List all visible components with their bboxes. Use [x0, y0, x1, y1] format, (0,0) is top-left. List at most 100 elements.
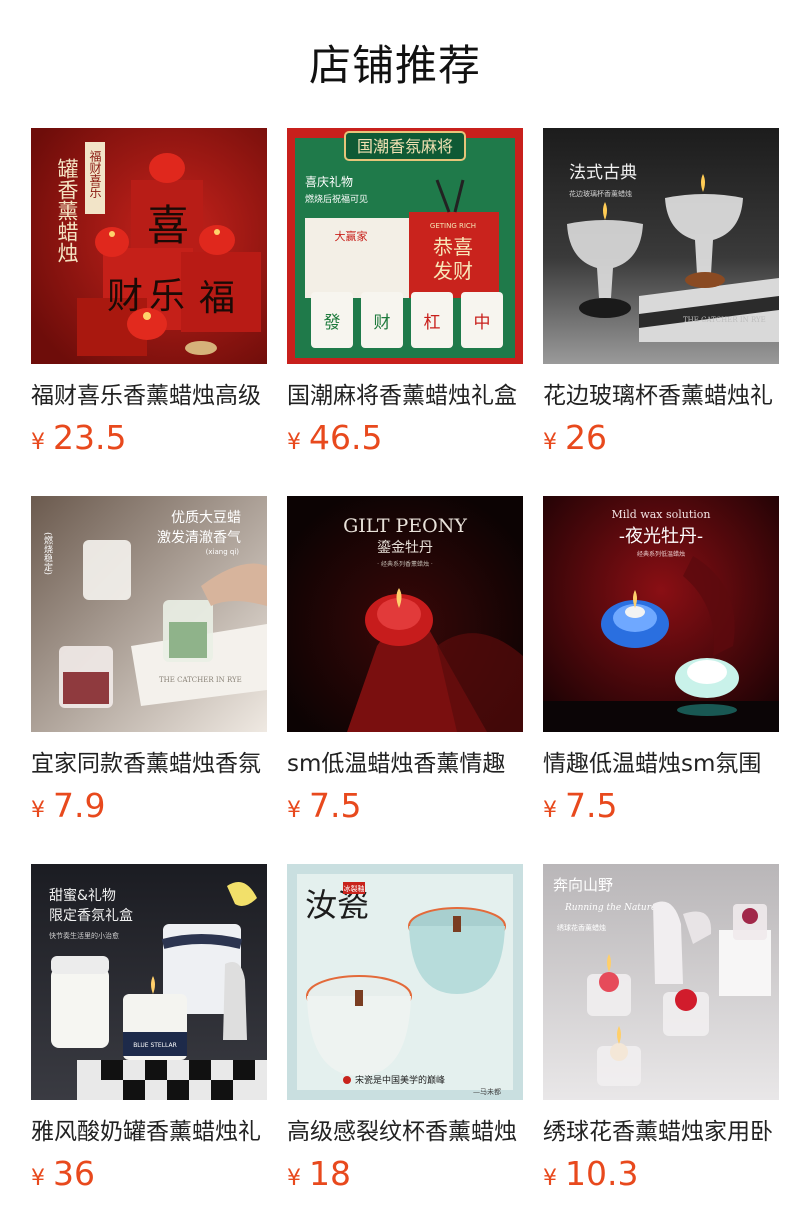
product-card[interactable]: Mild wax solution -夜光牡丹- 经典系列低温蜡烛 情趣低温蜡烛…: [543, 496, 779, 836]
product-image[interactable]: 奔向山野 Running the Nature 绣球花香薰蜡烛: [543, 864, 779, 1100]
image-book: THE CATCHER IN RYE: [683, 316, 766, 324]
product-image-graphic: 甜蜜&礼物 限定香氛礼盒 快节奏生活里的小治愈 BLUE STELLAR: [31, 864, 267, 1100]
image-sub: · 经典系列香薰蜡烛 ·: [377, 560, 433, 568]
product-image[interactable]: 罐香薰蜡烛 福财喜乐 喜 财 乐 福: [31, 128, 267, 364]
image-char-4: 福: [199, 278, 235, 319]
image-line-2: 燃烧后祝福可见: [305, 193, 368, 205]
product-price: ¥7.5: [287, 784, 523, 828]
product-name[interactable]: 绣球花香薰蜡烛家用卧: [543, 1114, 779, 1150]
currency-symbol: ¥: [31, 1166, 45, 1191]
image-sub: 花边玻璃杯香薰蜡烛: [569, 189, 632, 198]
image-sub: 经典系列低温蜡烛: [637, 550, 685, 558]
product-price: ¥26: [543, 416, 779, 460]
price-value: 18: [309, 1154, 351, 1193]
product-price: ¥23.5: [31, 416, 267, 460]
image-line-1: 喜庆礼物: [305, 174, 353, 189]
product-price: ¥10.3: [543, 1152, 779, 1196]
currency-symbol: ¥: [287, 798, 301, 823]
product-name[interactable]: 高级感裂纹杯香薰蜡烛: [287, 1114, 523, 1150]
image-box-1: 大赢家: [335, 229, 368, 243]
price-value: 7.5: [309, 786, 362, 825]
image-quote: 宋瓷是中国美学的巅峰: [355, 1074, 445, 1086]
currency-symbol: ¥: [31, 798, 45, 823]
product-image[interactable]: 甜蜜&礼物 限定香氛礼盒 快节奏生活里的小治愈 BLUE STELLAR: [31, 864, 267, 1100]
image-char-1: 喜: [147, 201, 189, 250]
product-image-graphic: 法式古典 花边玻璃杯香薰蜡烛 THE CATCHER IN RYE: [543, 128, 779, 364]
product-image-graphic: 国潮香氛麻将 喜庆礼物 燃烧后祝福可见 大赢家 GETING RICH 恭喜 发…: [287, 128, 523, 364]
currency-symbol: ¥: [543, 1166, 557, 1191]
product-price: ¥46.5: [287, 416, 523, 460]
image-en: GILT PEONY: [343, 515, 467, 537]
image-author: —马未都: [473, 1087, 501, 1096]
product-image-graphic: 罐香薰蜡烛 福财喜乐 喜 财 乐 福: [31, 128, 267, 364]
product-name[interactable]: sm低温蜡烛香薰情趣: [287, 746, 523, 782]
product-card[interactable]: 甜蜜&礼物 限定香氛礼盒 快节奏生活里的小治愈 BLUE STELLAR 雅风酸…: [31, 864, 267, 1204]
currency-symbol: ¥: [543, 430, 557, 455]
product-image-graphic: 优质大豆蜡 激发清澈香气 (xiang qi) (燃烧稳定) THE CATCH…: [31, 496, 267, 732]
image-line-1: 甜蜜&礼物: [49, 888, 116, 904]
product-image[interactable]: 汝瓷 冰裂釉 宋瓷是中国美学的巅峰 —马未都: [287, 864, 523, 1100]
product-image[interactable]: 国潮香氛麻将 喜庆礼物 燃烧后祝福可见 大赢家 GETING RICH 恭喜 发…: [287, 128, 523, 364]
store-recommendations-page: 店铺推荐 罐香薰蜡烛 福财喜乐 喜 财 乐 福 福财喜乐香薰蜡烛高级 ¥ 23.…: [0, 0, 790, 1232]
tile-3: 杠: [424, 313, 441, 333]
tile-1: 發: [324, 313, 341, 333]
product-price: ¥7.9: [31, 784, 267, 828]
image-en: Mild wax solution: [611, 508, 710, 521]
image-line-3: 快节奏生活里的小治愈: [49, 931, 119, 940]
product-name[interactable]: 花边玻璃杯香薰蜡烛礼: [543, 378, 779, 414]
image-cn: 奔向山野: [553, 876, 613, 894]
image-box-2: GETING RICH: [430, 222, 476, 230]
product-card[interactable]: 国潮香氛麻将 喜庆礼物 燃烧后祝福可见 大赢家 GETING RICH 恭喜 发…: [287, 128, 523, 468]
product-name[interactable]: 福财喜乐香薰蜡烛高级: [31, 378, 267, 414]
product-price: ¥7.5: [543, 784, 779, 828]
product-name[interactable]: 雅风酸奶罐香薰蜡烛礼: [31, 1114, 267, 1150]
image-vertical-text: 罐香薰蜡烛: [55, 158, 79, 263]
image-line-3: (xiang qi): [206, 548, 240, 556]
product-image[interactable]: 法式古典 花边玻璃杯香薰蜡烛 THE CATCHER IN RYE: [543, 128, 779, 364]
image-title: 法式古典: [569, 163, 637, 183]
price-value: 26: [565, 418, 607, 457]
image-tag: 福财喜乐: [88, 149, 102, 198]
product-price: ¥36: [31, 1152, 267, 1196]
product-price: ¥18: [287, 1152, 523, 1196]
product-image-graphic: GILT PEONY 鎏金牡丹 · 经典系列香薰蜡烛 ·: [287, 496, 523, 732]
image-en: Running the Nature: [564, 903, 656, 913]
product-name[interactable]: 国潮麻将香薰蜡烛礼盒: [287, 378, 523, 414]
image-side-text: (燃烧稳定): [42, 532, 53, 575]
image-sub: 绣球花香薰蜡烛: [557, 923, 606, 932]
product-card[interactable]: GILT PEONY 鎏金牡丹 · 经典系列香薰蜡烛 · sm低温蜡烛香薰情趣 …: [287, 496, 523, 836]
price-value: 10.3: [565, 1154, 639, 1193]
image-line-1: 优质大豆蜡: [171, 510, 241, 526]
product-card[interactable]: 罐香薰蜡烛 福财喜乐 喜 财 乐 福 福财喜乐香薰蜡烛高级 ¥ 23.5: [31, 128, 267, 468]
tile-2: 财: [374, 313, 391, 333]
image-box-4: 发财: [433, 259, 473, 283]
product-card[interactable]: 奔向山野 Running the Nature 绣球花香薰蜡烛 绣球花香薰蜡烛家…: [543, 864, 779, 1204]
currency-symbol: ¥: [31, 430, 45, 455]
product-name[interactable]: 宜家同款香薰蜡烛香氛: [31, 746, 267, 782]
product-card[interactable]: 汝瓷 冰裂釉 宋瓷是中国美学的巅峰 —马未都 高级感裂纹杯香薰蜡烛 ¥18: [287, 864, 523, 1204]
image-line-2: 限定香氛礼盒: [49, 907, 133, 924]
image-line-2: 激发清澈香气: [157, 529, 241, 546]
product-image[interactable]: Mild wax solution -夜光牡丹- 经典系列低温蜡烛: [543, 496, 779, 732]
product-image[interactable]: GILT PEONY 鎏金牡丹 · 经典系列香薰蜡烛 ·: [287, 496, 523, 732]
page-title: 店铺推荐: [308, 41, 481, 90]
price-value: 46.5: [309, 418, 383, 457]
image-cn: 鎏金牡丹: [377, 539, 433, 556]
image-banner: 国潮香氛麻将: [357, 137, 453, 156]
image-box-3: 恭喜: [433, 235, 473, 259]
tile-4: 中: [474, 313, 491, 333]
product-image-graphic: Mild wax solution -夜光牡丹- 经典系列低温蜡烛: [543, 496, 779, 732]
currency-symbol: ¥: [287, 1166, 301, 1191]
product-name[interactable]: 情趣低温蜡烛sm氛围: [543, 746, 779, 782]
currency-symbol: ¥: [287, 430, 301, 455]
product-card[interactable]: 法式古典 花边玻璃杯香薰蜡烛 THE CATCHER IN RYE 花边玻璃杯香…: [543, 128, 779, 468]
image-jar-label: BLUE STELLAR: [133, 1042, 177, 1049]
price-value: 23.5: [53, 418, 127, 457]
image-tag: 冰裂釉: [344, 884, 365, 893]
product-card[interactable]: 优质大豆蜡 激发清澈香气 (xiang qi) (燃烧稳定) THE CATCH…: [31, 496, 267, 836]
product-image[interactable]: 优质大豆蜡 激发清澈香气 (xiang qi) (燃烧稳定) THE CATCH…: [31, 496, 267, 732]
price-value: 7.9: [53, 786, 106, 825]
currency-symbol: ¥: [543, 798, 557, 823]
price-value: 7.5: [565, 786, 618, 825]
product-image-graphic: 汝瓷 冰裂釉 宋瓷是中国美学的巅峰 —马未都: [287, 864, 523, 1100]
